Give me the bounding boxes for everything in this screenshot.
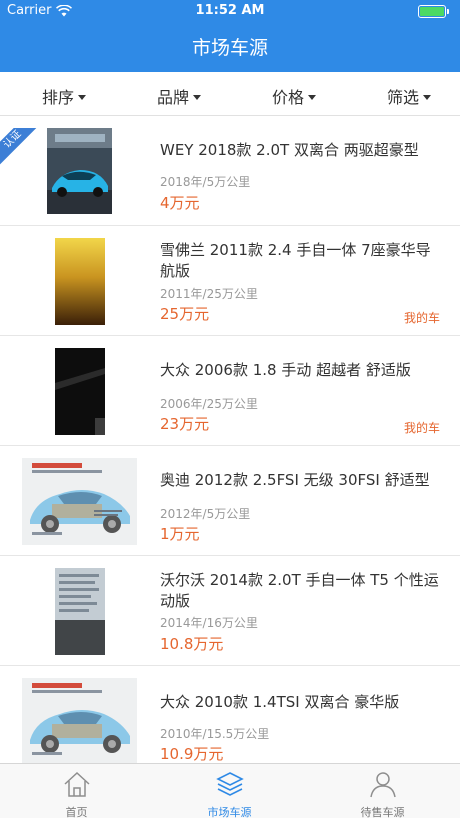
listing-meta: 2018年/5万公里 bbox=[160, 175, 251, 189]
filter-brand[interactable]: 品牌 bbox=[157, 84, 202, 108]
listing-meta: 2012年/5万公里 bbox=[160, 507, 251, 521]
tab-home[interactable]: 首页 bbox=[0, 764, 153, 818]
filter-more[interactable]: 筛选 bbox=[387, 84, 432, 108]
caret-down-icon bbox=[78, 94, 87, 100]
clock: 11:52 AM bbox=[195, 3, 265, 18]
tab-market-label: 市场车源 bbox=[207, 806, 252, 818]
caret-down-icon bbox=[308, 94, 317, 100]
home-icon bbox=[64, 771, 90, 797]
filter-bar: 排序 品牌 价格 筛选 bbox=[0, 72, 460, 116]
listing-price: 10.8万元 bbox=[160, 635, 224, 653]
listing-price: 23万元 bbox=[160, 415, 210, 433]
listing-meta: 2010年/15.5万公里 bbox=[160, 727, 270, 741]
list-item[interactable]: 大众 2006款 1.8 手动 超越者 舒适版 2006年/25万公里 23万元… bbox=[0, 336, 460, 446]
status-bar: Carrier 11:52 AM bbox=[0, 0, 460, 24]
car-photo bbox=[55, 238, 105, 325]
listing-meta: 2011年/25万公里 bbox=[160, 287, 258, 301]
listing-meta: 2014年/16万公里 bbox=[160, 616, 258, 630]
navigation-bar: Carrier 11:52 AM 市场车源 bbox=[0, 0, 460, 72]
car-listing: 认证 WEY 2018款 2.0T 双离合 两驱超豪型 2018年/5万公里 4… bbox=[0, 116, 460, 763]
listing-title: 沃尔沃 2014款 2.0T 手自一体 T5 个性运动版 bbox=[160, 571, 439, 610]
list-item[interactable]: 雪佛兰 2011款 2.4 手自一体 7座豪华导航版 2011年/25万公里 2… bbox=[0, 226, 460, 336]
battery-icon bbox=[418, 5, 449, 18]
list-item[interactable]: 奥迪 2012款 2.5FSI 无级 30FSI 舒适型 2012年/5万公里 … bbox=[0, 446, 460, 556]
listing-title: 奥迪 2012款 2.5FSI 无级 30FSI 舒适型 bbox=[160, 471, 430, 489]
caret-down-icon bbox=[193, 94, 202, 100]
listing-meta: 2006年/25万公里 bbox=[160, 397, 258, 411]
filter-price-label: 价格 bbox=[272, 88, 305, 107]
page-title: 市场车源 bbox=[191, 37, 268, 59]
listing-title: 大众 2010款 1.4TSI 双离合 豪华版 bbox=[160, 693, 400, 711]
car-photo: 认证 bbox=[0, 128, 112, 214]
tab-for-sale-label: 待售车源 bbox=[360, 806, 405, 818]
tab-market[interactable]: 市场车源 bbox=[153, 764, 306, 818]
listing-title: WEY 2018款 2.0T 双离合 两驱超豪型 bbox=[160, 141, 419, 159]
car-photo bbox=[55, 348, 105, 435]
filter-sort[interactable]: 排序 bbox=[42, 84, 87, 108]
car-photo bbox=[55, 568, 105, 655]
listing-price: 10.9万元 bbox=[160, 745, 224, 763]
tab-home-label: 首页 bbox=[65, 806, 88, 818]
tab-for-sale[interactable]: 待售车源 bbox=[306, 764, 459, 818]
listing-price: 4万元 bbox=[160, 194, 200, 212]
list-item[interactable]: 沃尔沃 2014款 2.0T 手自一体 T5 个性运动版 2014年/16万公里… bbox=[0, 556, 460, 666]
car-photo bbox=[22, 458, 137, 545]
caret-down-icon bbox=[423, 94, 432, 100]
listing-price: 1万元 bbox=[160, 525, 200, 543]
filter-brand-label: 品牌 bbox=[157, 88, 190, 107]
filter-sort-label: 排序 bbox=[42, 88, 75, 107]
layers-icon bbox=[216, 772, 244, 796]
listing-title: 雪佛兰 2011款 2.4 手自一体 7座豪华导航版 bbox=[160, 241, 431, 280]
car-photo bbox=[22, 678, 137, 763]
my-car-tag: 我的车 bbox=[403, 421, 440, 435]
tab-bar: 首页 市场车源 待售车源 bbox=[0, 763, 460, 818]
listing-title: 大众 2006款 1.8 手动 超越者 舒适版 bbox=[160, 361, 411, 379]
person-icon bbox=[370, 772, 396, 798]
my-car-tag: 我的车 bbox=[403, 311, 440, 325]
list-item[interactable]: 大众 2010款 1.4TSI 双离合 豪华版 2010年/15.5万公里 10… bbox=[0, 666, 460, 763]
listing-price: 25万元 bbox=[160, 305, 210, 323]
filter-price[interactable]: 价格 bbox=[272, 84, 317, 108]
list-item[interactable]: 认证 WEY 2018款 2.0T 双离合 两驱超豪型 2018年/5万公里 4… bbox=[0, 116, 460, 226]
filter-more-label: 筛选 bbox=[387, 88, 420, 107]
